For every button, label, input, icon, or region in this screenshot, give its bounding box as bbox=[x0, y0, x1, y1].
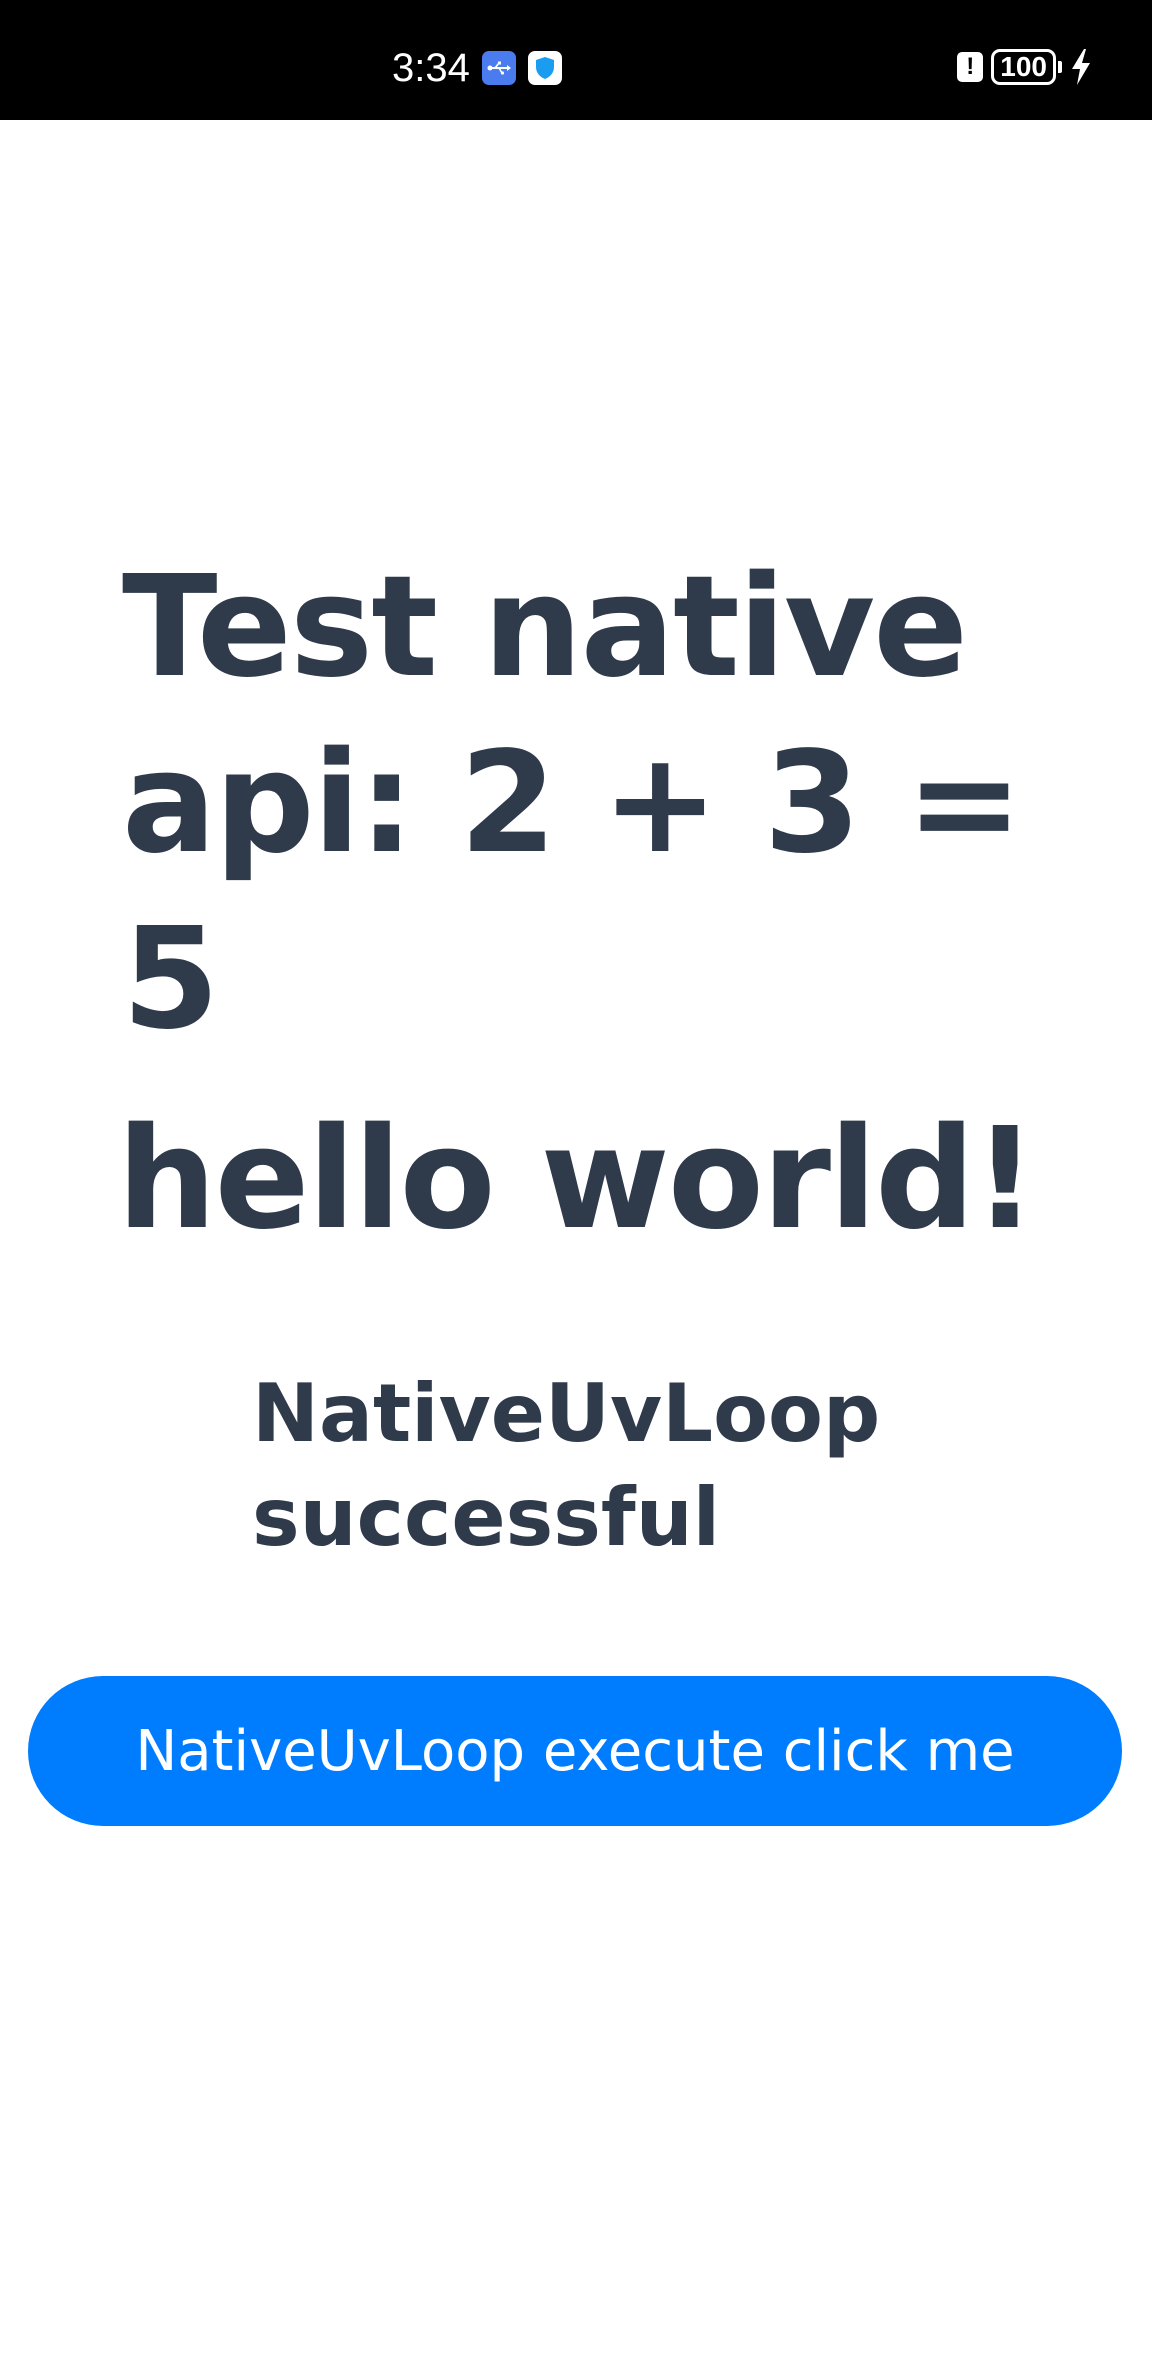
usb-icon bbox=[481, 51, 516, 85]
battery-tip bbox=[1058, 61, 1062, 73]
battery-icon: 100 bbox=[991, 49, 1062, 85]
status-message: NativeUvLoop successful bbox=[252, 1367, 881, 1564]
charging-bolt-icon bbox=[1072, 49, 1090, 85]
alert-icon: ! bbox=[957, 52, 984, 82]
execute-button[interactable]: NativeUvLoop execute click me bbox=[28, 1676, 1122, 1826]
status-right-group: ! 100 bbox=[957, 44, 1092, 90]
shield-icon bbox=[527, 51, 562, 85]
status-clock: 3:34 bbox=[392, 46, 470, 90]
greeting-text: hello world! bbox=[116, 1098, 1037, 1261]
status-bar: 3:34 ! 100 bbox=[0, 0, 1152, 120]
status-left-group: 3:34 bbox=[392, 40, 562, 96]
page-title: Test native api: 2 + 3 = 5 bbox=[122, 546, 1023, 1061]
battery-level: 100 bbox=[991, 49, 1056, 85]
